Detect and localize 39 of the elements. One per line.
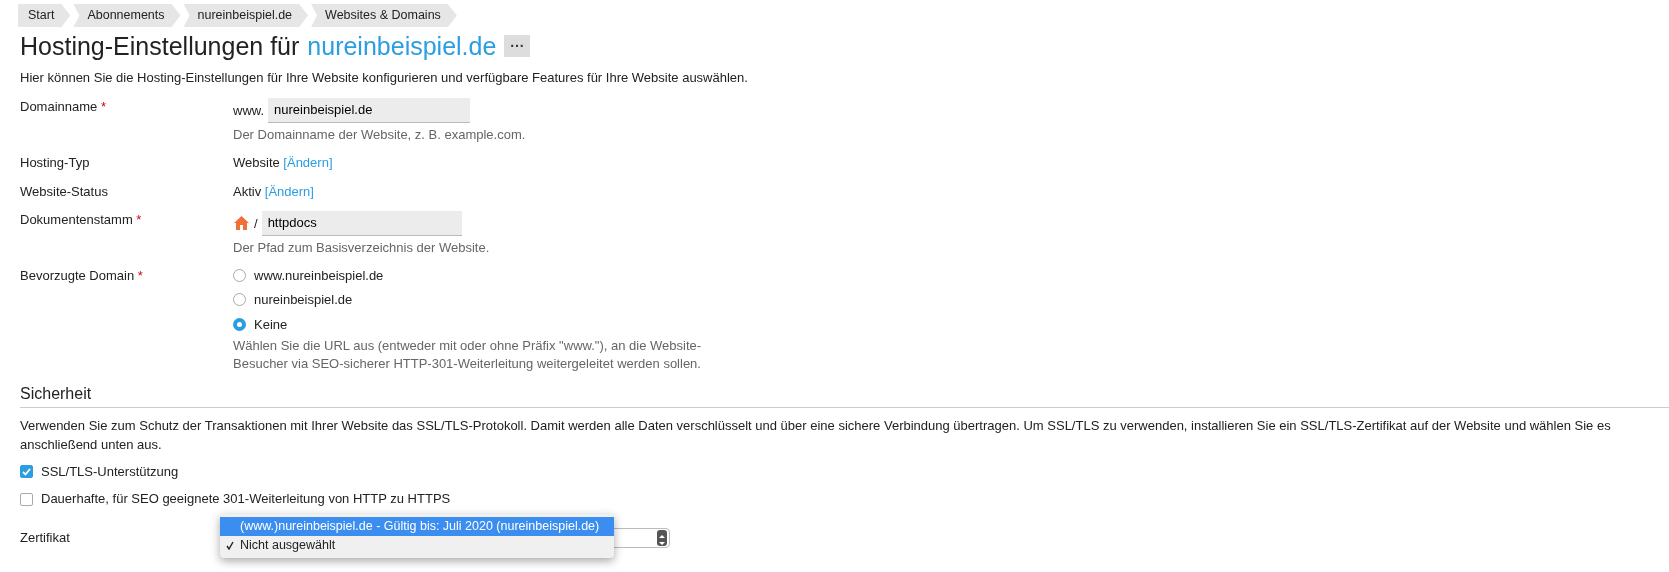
input-prefix: www.: [233, 101, 265, 120]
page-title: Hosting-Einstellungen für: [20, 30, 300, 61]
breadcrumb-link[interactable]: Websites & Domains: [311, 4, 457, 27]
field-hint: Wählen Sie die URL aus (entweder mit oder ohne Präfix "www."), an die Website-Besucher via SEO-sicherer HTTP-301-Weiterleitung weitergeleitet werden sollen.: [233, 337, 703, 374]
required-mark: *: [137, 267, 143, 283]
checkbox[interactable]: [20, 492, 33, 506]
breadcrumb-link[interactable]: Start: [18, 4, 71, 27]
field-label: Bevorzugte Domain: [20, 267, 135, 283]
field-value: Website: [233, 154, 280, 170]
field-label: Domainname: [20, 99, 98, 115]
radio-button[interactable]: [233, 317, 246, 331]
more-button[interactable]: ···: [504, 34, 531, 57]
field-value: Aktiv: [233, 183, 262, 199]
required-mark: *: [136, 212, 142, 228]
section-text: Verwenden Sie zum Schutz der Transaktionen mit Ihrer Website das SSL/TLS-Protokoll. Damit werden alle Daten verschlüsselt und über eine sichere Verbindung übertragen. Um SSL/TLS zu verwenden, installieren Sie ein SSL/TLS-Zertifikat auf der Website und wählen Sie es anschließend unten aus.: [20, 416, 1612, 454]
home-icon: [233, 215, 250, 232]
field-label: Hosting-Typ: [20, 154, 90, 170]
field-label: Zertifikat: [20, 530, 70, 546]
checkbox-label: SSL/TLS-Unterstützung: [41, 462, 179, 481]
checkbox[interactable]: [20, 465, 33, 479]
field-hint: Der Domainname der Website, z. B. example.com.: [233, 125, 526, 144]
page-title-domain: nureinbeispiel.de: [307, 30, 497, 61]
text-field[interactable]: nureinbeispiel.de: [268, 98, 471, 123]
radio-button[interactable]: [233, 268, 246, 282]
input-prefix: /: [254, 214, 258, 233]
checkbox-label: Dauerhafte, für SEO geeignete 301-Weiterleitung von HTTP zu HTTPS: [41, 490, 451, 508]
radio-label: Keine: [254, 315, 288, 334]
radio-label: nureinbeispiel.de: [254, 291, 353, 309]
field-hint: Der Pfad zum Basisverzeichnis der Website.: [233, 238, 490, 257]
radio-button[interactable]: [233, 293, 246, 307]
breadcrumb-link[interactable]: Abonnements: [73, 4, 181, 27]
text-field[interactable]: httpdocs: [261, 211, 462, 236]
section-heading: Sicherheit: [20, 383, 1669, 408]
breadcrumb-link[interactable]: nureinbeispiel.de: [183, 4, 309, 27]
field-label: Dokumentenstamm: [20, 212, 133, 228]
radio-label: www.nureinbeispiel.de: [254, 266, 384, 285]
field-label: Website-Status: [20, 183, 108, 199]
required-mark: *: [100, 99, 106, 115]
intro-text: Hier können Sie die Hosting-Einstellungen für Ihre Website konfigurieren und verfügbare Features für Ihre Website auswählen.: [20, 68, 749, 87]
